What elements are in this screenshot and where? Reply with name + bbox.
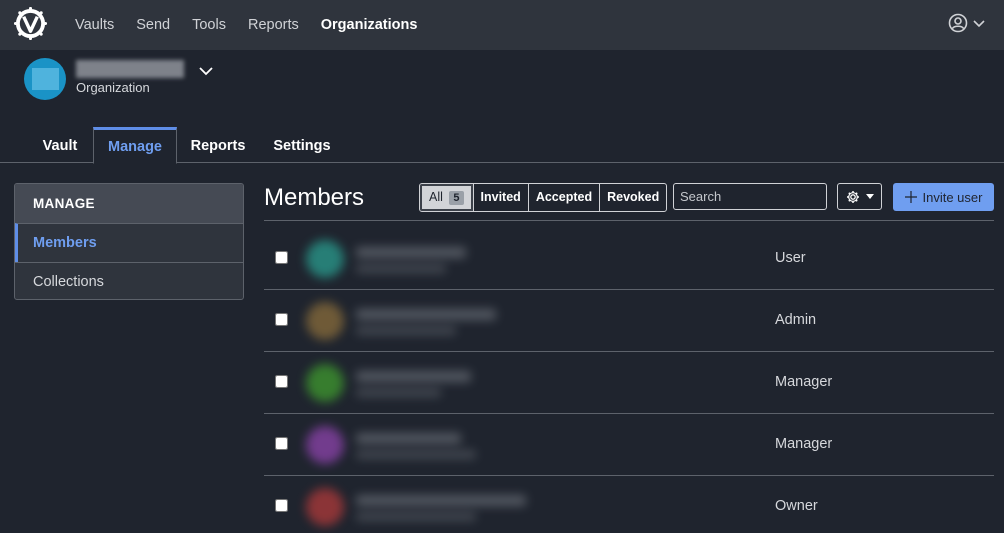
row-checkbox[interactable]: [275, 313, 288, 326]
tab-manage[interactable]: Manage: [93, 127, 177, 164]
member-avatar: [306, 488, 344, 526]
filter-accepted[interactable]: Accepted: [527, 184, 599, 211]
member-name-redacted: [356, 433, 461, 444]
member-role: User: [775, 250, 806, 266]
org-name-redacted: [76, 60, 184, 78]
member-email-redacted: [356, 388, 441, 397]
filter-invited[interactable]: Invited: [472, 184, 528, 211]
member-email-redacted: [356, 326, 456, 335]
row-checkbox[interactable]: [275, 251, 288, 264]
caret-down-icon: [865, 194, 874, 199]
row-checkbox[interactable]: [275, 499, 288, 512]
filter-all-label: All: [429, 190, 443, 204]
member-avatar: [306, 302, 344, 340]
side-menu-heading: MANAGE: [15, 184, 243, 223]
user-circle-icon: [948, 13, 968, 33]
filter-revoked[interactable]: Revoked: [599, 184, 666, 211]
org-subtitle: Organization: [76, 80, 150, 95]
member-role: Owner: [775, 498, 818, 514]
org-tabs: Vault Manage Reports Settings: [0, 127, 1004, 164]
plus-icon: [904, 191, 917, 203]
member-avatar: [306, 364, 344, 402]
account-menu[interactable]: [948, 13, 986, 33]
table-row[interactable]: User: [264, 228, 994, 290]
header-divider: [264, 220, 994, 221]
chevron-down-icon[interactable]: [198, 66, 214, 76]
app-logo-icon[interactable]: [14, 7, 47, 40]
table-row[interactable]: Admin: [264, 290, 994, 352]
member-role: Admin: [775, 312, 817, 328]
nav-organizations[interactable]: Organizations: [321, 17, 418, 33]
caret-down-icon: [973, 20, 985, 28]
members-table: User Admin Manager Manager Owner: [264, 228, 994, 533]
status-filter-group: All 5 Invited Accepted Revoked: [419, 183, 668, 212]
member-email-redacted: [356, 264, 446, 273]
table-row[interactable]: Manager: [264, 352, 994, 414]
nav-reports[interactable]: Reports: [248, 17, 299, 33]
table-row[interactable]: Owner: [264, 476, 994, 533]
member-avatar: [306, 426, 344, 464]
tab-settings[interactable]: Settings: [260, 127, 344, 163]
tab-reports[interactable]: Reports: [178, 127, 258, 163]
search-input[interactable]: [673, 183, 827, 210]
member-email-redacted: [356, 512, 476, 521]
member-count-badge: 5: [449, 191, 464, 205]
bulk-actions-button[interactable]: [837, 183, 882, 210]
tab-vault[interactable]: Vault: [26, 127, 94, 163]
nav-send[interactable]: Send: [136, 17, 170, 33]
gear-icon: [846, 190, 859, 203]
org-avatar: [24, 58, 66, 100]
member-name-redacted: [356, 495, 526, 506]
row-checkbox[interactable]: [275, 437, 288, 450]
table-row[interactable]: Manager: [264, 414, 994, 476]
side-item-collections[interactable]: Collections: [15, 262, 243, 299]
nav-vaults[interactable]: Vaults: [75, 17, 114, 33]
nav-tools[interactable]: Tools: [192, 17, 226, 33]
member-name-redacted: [356, 247, 466, 258]
manage-side-menu: MANAGE Members Collections: [14, 183, 244, 300]
member-name-redacted: [356, 371, 471, 382]
member-role: Manager: [775, 436, 833, 452]
member-avatar: [306, 240, 344, 278]
member-role: Manager: [775, 374, 833, 390]
filter-all[interactable]: All 5: [420, 184, 473, 211]
side-item-members[interactable]: Members: [15, 223, 243, 262]
invite-user-label: Invite user: [922, 189, 983, 205]
invite-user-button[interactable]: Invite user: [893, 183, 994, 211]
main-nav: Vaults Send Tools Reports Organizations: [75, 0, 439, 50]
row-checkbox[interactable]: [275, 375, 288, 388]
member-email-redacted: [356, 450, 476, 459]
page-title: Members: [264, 184, 365, 211]
top-navbar: Vaults Send Tools Reports Organizations: [0, 0, 1004, 50]
member-name-redacted: [356, 309, 496, 320]
